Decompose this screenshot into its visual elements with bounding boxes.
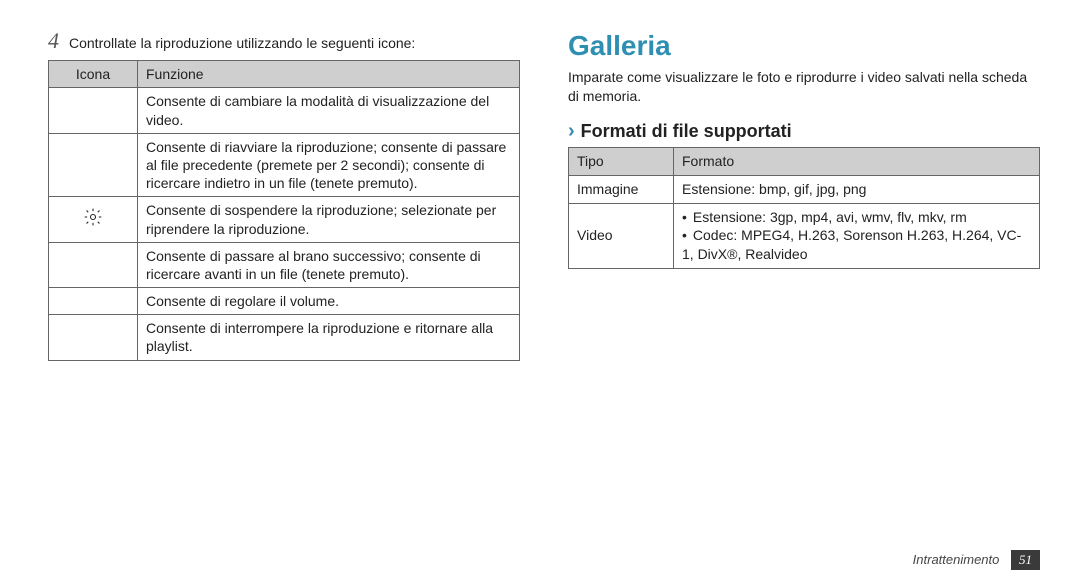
icons-table-header-icona: Icona xyxy=(49,61,138,88)
table-row: Consente di riavviare la riproduzione; c… xyxy=(49,133,520,197)
table-row: Video Estensione: 3gp, mp4, avi, wmv, fl… xyxy=(569,203,1040,269)
icon-cell xyxy=(49,88,138,133)
footer-page-number: 51 xyxy=(1011,550,1040,570)
formats-header-tipo: Tipo xyxy=(569,147,674,175)
format-cell: Estensione: bmp, gif, jpg, png xyxy=(674,175,1040,203)
icon-cell xyxy=(49,197,138,242)
subheading-text: Formati di file supportati xyxy=(581,121,792,142)
right-column: Galleria Imparate come visualizzare le f… xyxy=(544,30,1040,566)
icons-table-header-funzione: Funzione xyxy=(138,61,520,88)
desc-cell: Consente di regolare il volume. xyxy=(138,288,520,315)
table-row: Consente di passare al brano successivo;… xyxy=(49,242,520,287)
icons-table: Icona Funzione Consente di cambiare la m… xyxy=(48,60,520,360)
icon-cell xyxy=(49,288,138,315)
desc-cell: Consente di riavviare la riproduzione; c… xyxy=(138,133,520,197)
type-cell: Immagine xyxy=(569,175,674,203)
table-row: Consente di regolare il volume. xyxy=(49,288,520,315)
footer-section: Intrattenimento xyxy=(913,552,1000,567)
table-row: Consente di cambiare la modalità di visu… xyxy=(49,88,520,133)
page-root: 4 Controllate la riproduzione utilizzand… xyxy=(0,0,1080,586)
gear-icon xyxy=(83,214,103,230)
step-number: 4 xyxy=(48,30,59,52)
table-row: Consente di sospendere la riproduzione; … xyxy=(49,197,520,242)
formats-header-formato: Formato xyxy=(674,147,1040,175)
step-line: 4 Controllate la riproduzione utilizzand… xyxy=(48,30,520,52)
left-column: 4 Controllate la riproduzione utilizzand… xyxy=(48,30,544,566)
format-bullet: Estensione: 3gp, mp4, avi, wmv, flv, mkv… xyxy=(682,208,1031,227)
section-title: Galleria xyxy=(568,30,1040,62)
icon-cell xyxy=(49,315,138,360)
desc-cell: Consente di interrompere la riproduzione… xyxy=(138,315,520,360)
subheading-row: › Formati di file supportati xyxy=(568,120,1040,143)
chevron-right-icon: › xyxy=(568,120,575,143)
table-row: Immagine Estensione: bmp, gif, jpg, png xyxy=(569,175,1040,203)
table-row: Consente di interrompere la riproduzione… xyxy=(49,315,520,360)
step-text: Controllate la riproduzione utilizzando … xyxy=(69,34,415,52)
intro-text: Imparate come visualizzare le foto e rip… xyxy=(568,68,1040,106)
icon-cell xyxy=(49,242,138,287)
format-bullet: Codec: MPEG4, H.263, Sorenson H.263, H.2… xyxy=(682,226,1031,264)
page-footer: Intrattenimento 51 xyxy=(913,550,1040,570)
icon-cell xyxy=(49,133,138,197)
type-cell: Video xyxy=(569,203,674,269)
desc-cell: Consente di cambiare la modalità di visu… xyxy=(138,88,520,133)
desc-cell: Consente di sospendere la riproduzione; … xyxy=(138,197,520,242)
desc-cell: Consente di passare al brano successivo;… xyxy=(138,242,520,287)
formats-table: Tipo Formato Immagine Estensione: bmp, g… xyxy=(568,147,1040,269)
format-cell: Estensione: 3gp, mp4, avi, wmv, flv, mkv… xyxy=(674,203,1040,269)
